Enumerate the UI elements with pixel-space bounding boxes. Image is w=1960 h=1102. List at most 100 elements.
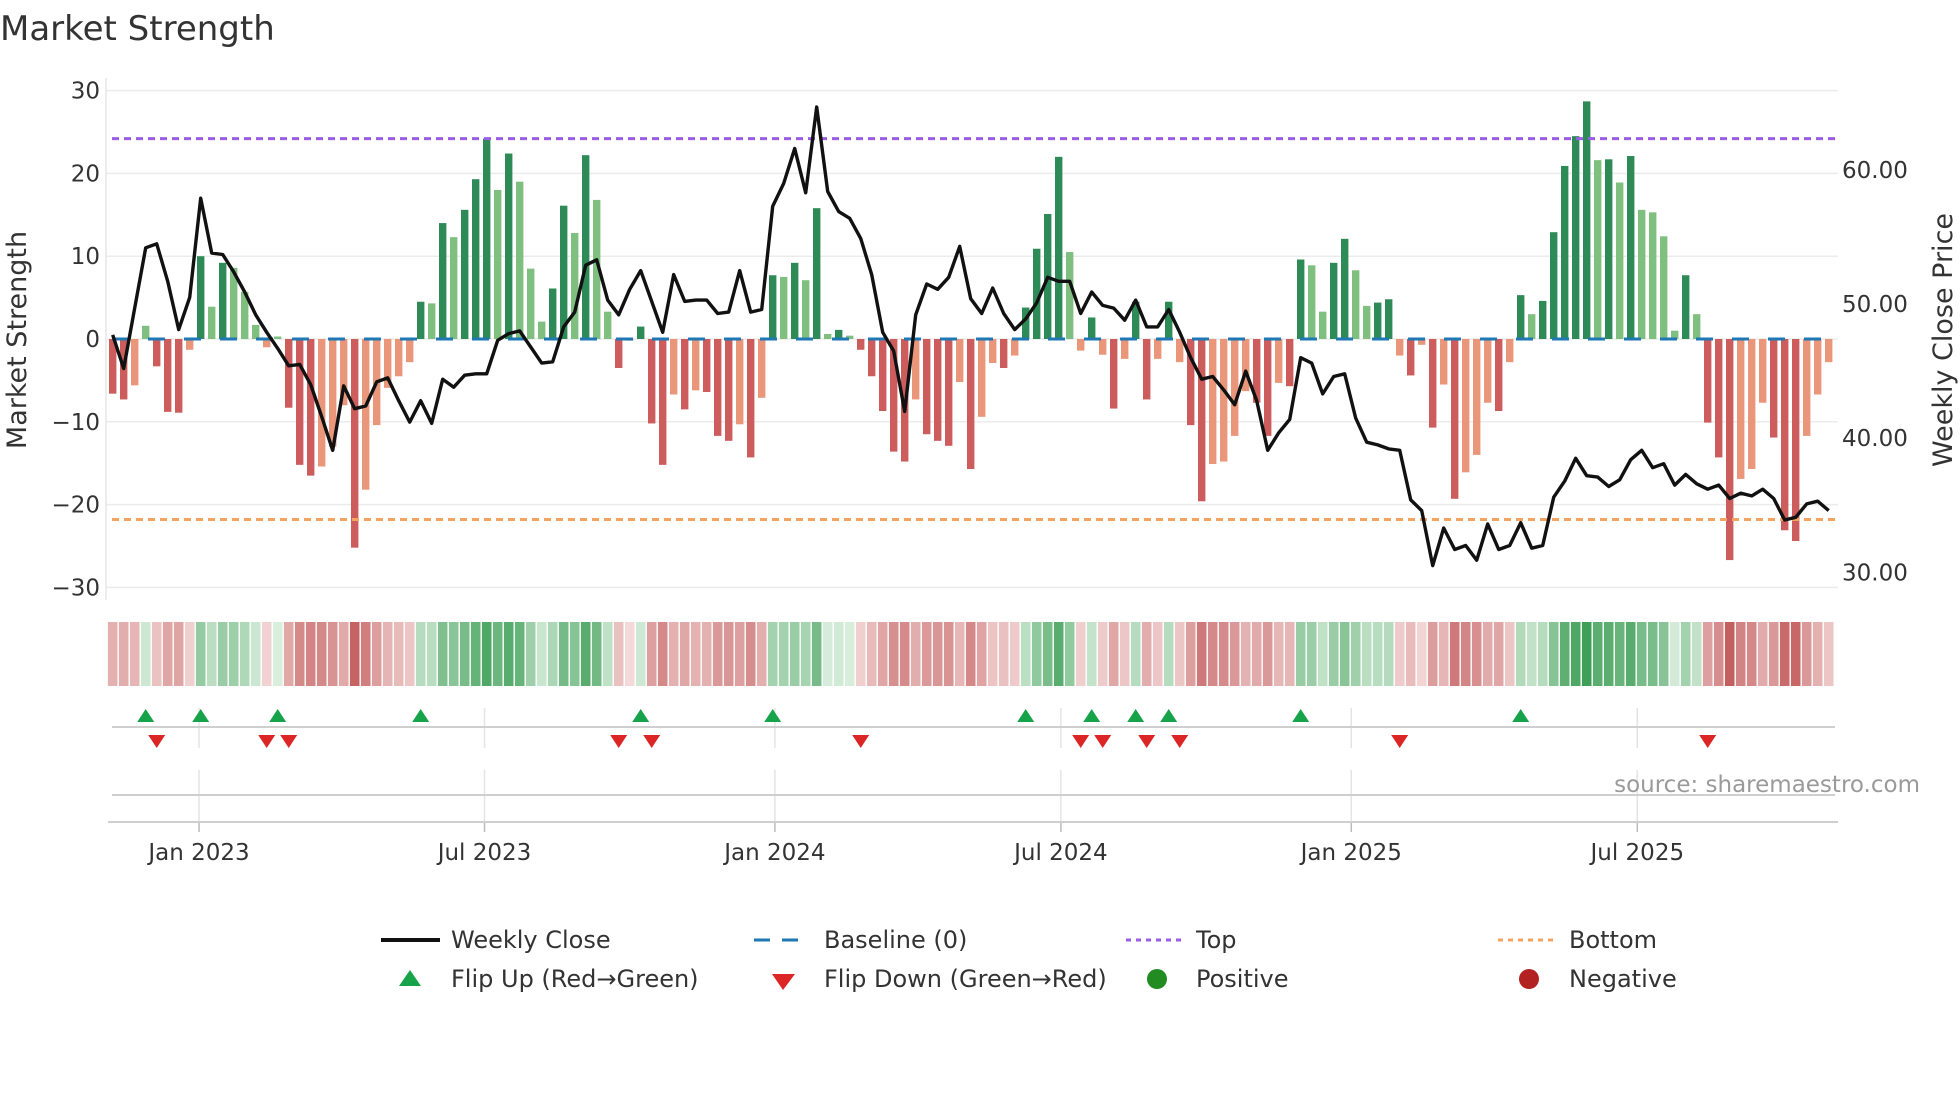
- strength-bar: [1561, 165, 1569, 339]
- heat-cell: [1647, 622, 1658, 686]
- strength-bar: [164, 339, 172, 412]
- strength-bar: [494, 189, 502, 339]
- heat-cell: [415, 622, 426, 686]
- heat-cell: [1163, 622, 1174, 686]
- heat-cell: [932, 622, 943, 686]
- strength-bar: [857, 339, 865, 350]
- heat-cell: [1229, 622, 1240, 686]
- heat-cell: [1394, 622, 1405, 686]
- heat-cell: [250, 622, 261, 686]
- heat-cell: [371, 622, 382, 686]
- strength-bar: [351, 339, 359, 548]
- flip-down-marker: [1138, 735, 1156, 748]
- strength-bar: [670, 339, 678, 395]
- y2-tick-label: 50.00: [1842, 292, 1908, 318]
- strength-bar: [1583, 101, 1591, 339]
- heat-cell: [338, 622, 349, 686]
- heat-cell: [1482, 622, 1493, 686]
- legend-flip-up: Flip Up (Red→Green): [451, 965, 699, 993]
- heat-cell: [998, 622, 1009, 686]
- strength-bar: [1627, 156, 1635, 339]
- market-strength-chart: Market Strength 30 20 10 0 −10 −20 −30 60.00 50…: [0, 9, 1959, 993]
- heat-cell: [1559, 622, 1570, 686]
- heat-cell: [294, 622, 305, 686]
- heat-cell: [107, 622, 118, 686]
- heat-cell: [1185, 622, 1196, 686]
- strength-bar: [725, 339, 733, 441]
- strength-bar: [527, 268, 535, 339]
- strength-bar: [1000, 339, 1008, 368]
- strength-bar: [1517, 295, 1525, 339]
- heat-cell: [360, 622, 371, 686]
- heat-cell: [668, 622, 679, 686]
- flip-up-marker: [1017, 709, 1035, 722]
- heat-cell: [1757, 622, 1768, 686]
- strength-bar: [1528, 314, 1536, 339]
- strength-bar: [1484, 339, 1492, 403]
- heat-cell: [1284, 622, 1295, 686]
- heat-cell: [547, 622, 558, 686]
- heat-cell: [1812, 622, 1823, 686]
- heat-cell: [899, 622, 910, 686]
- heat-cell: [1262, 622, 1273, 686]
- heat-cell: [624, 622, 635, 686]
- strength-bar: [692, 339, 700, 391]
- heat-cell: [1141, 622, 1152, 686]
- strength-bar: [197, 256, 205, 339]
- heat-cell: [778, 622, 789, 686]
- strength-bar: [978, 339, 986, 417]
- heat-cell: [140, 622, 151, 686]
- heat-cell: [591, 622, 602, 686]
- heat-cell: [382, 622, 393, 686]
- heat-cell: [1713, 622, 1724, 686]
- flip-down-marker: [1391, 735, 1409, 748]
- strength-bar: [1407, 339, 1415, 376]
- flip-down-marker: [1171, 735, 1189, 748]
- flip-down-marker: [1699, 735, 1717, 748]
- heat-cell: [1361, 622, 1372, 686]
- strength-bar: [1374, 302, 1382, 339]
- heat-cell: [954, 622, 965, 686]
- heat-cell: [1581, 622, 1592, 686]
- legend-top: Top: [1195, 926, 1237, 954]
- flip-up-marker: [764, 709, 782, 722]
- strength-bar: [450, 237, 458, 339]
- strength-bar: [208, 306, 216, 339]
- strength-bar: [1143, 339, 1151, 400]
- heat-cell: [1416, 622, 1427, 686]
- strength-bar: [868, 339, 876, 377]
- heat-cell: [481, 622, 492, 686]
- strength-bar: [318, 339, 326, 467]
- heat-cell: [503, 622, 514, 686]
- strength-bar: [1649, 212, 1657, 339]
- strength-bar: [186, 339, 194, 350]
- heat-cell: [712, 622, 723, 686]
- flip-up-marker: [1292, 709, 1310, 722]
- heat-cell: [877, 622, 888, 686]
- x-tick-label: Jan 2025: [1299, 840, 1402, 866]
- flip-markers-panel: [112, 708, 1835, 822]
- heat-cell: [1735, 622, 1746, 686]
- flip-up-marker: [1512, 709, 1530, 722]
- heat-cell: [206, 622, 217, 686]
- strength-bar: [1198, 339, 1206, 502]
- strength-bar: [615, 339, 623, 368]
- heat-cell: [1779, 622, 1790, 686]
- y-tick-label: 10: [71, 244, 100, 270]
- heat-cell: [943, 622, 954, 686]
- strength-bar: [1748, 339, 1756, 469]
- heat-cell: [1306, 622, 1317, 686]
- heat-cell: [580, 622, 591, 686]
- strength-bar: [1814, 339, 1822, 395]
- heat-cell: [1724, 622, 1735, 686]
- heat-cell: [987, 622, 998, 686]
- heat-cell: [1086, 622, 1097, 686]
- strength-bar: [428, 303, 436, 339]
- y2-tick-label: 30.00: [1842, 560, 1908, 586]
- strength-bar: [1066, 252, 1074, 339]
- strength-bar: [1319, 311, 1327, 339]
- strength-bar: [1110, 339, 1118, 409]
- strength-bar: [1275, 339, 1283, 383]
- heat-cell: [657, 622, 668, 686]
- heat-cell: [1504, 622, 1515, 686]
